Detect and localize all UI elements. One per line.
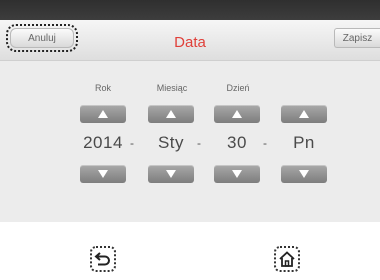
- separator: -: [263, 136, 267, 150]
- back-button[interactable]: [90, 246, 116, 272]
- arrow-up-icon: [166, 110, 176, 118]
- arrow-down-icon: [299, 170, 309, 178]
- year-label: Rok: [94, 83, 111, 93]
- weekday-value: Pn: [293, 133, 315, 152]
- status-bar: [0, 0, 380, 20]
- year-value: 2014: [83, 133, 123, 152]
- month-up-button[interactable]: [148, 105, 194, 123]
- home-button[interactable]: [274, 246, 300, 272]
- year-down-button[interactable]: [80, 165, 126, 183]
- arrow-down-icon: [166, 170, 176, 178]
- back-arrow-icon: [94, 252, 110, 266]
- arrow-up-icon: [232, 110, 242, 118]
- day-value: 30: [227, 133, 247, 152]
- weekday-up-button[interactable]: [281, 105, 327, 123]
- date-settings-screen: Anuluj Zapisz Data Rok Miesiąc Dzień 201…: [0, 0, 380, 222]
- day-up-button[interactable]: [214, 105, 260, 123]
- separator: -: [130, 136, 134, 150]
- day-label: Dzień: [226, 83, 250, 93]
- weekday-down-button[interactable]: [281, 165, 327, 183]
- home-icon: [279, 251, 295, 267]
- year-up-button[interactable]: [80, 105, 126, 123]
- arrow-up-icon: [299, 110, 309, 118]
- day-down-button[interactable]: [214, 165, 260, 183]
- page-title: Data: [174, 34, 206, 51]
- arrow-up-icon: [98, 110, 108, 118]
- separator: -: [197, 136, 201, 150]
- arrow-down-icon: [232, 170, 242, 178]
- arrow-down-icon: [98, 170, 108, 178]
- month-label: Miesiąc: [156, 83, 188, 93]
- month-down-button[interactable]: [148, 165, 194, 183]
- month-value: Sty: [157, 133, 185, 152]
